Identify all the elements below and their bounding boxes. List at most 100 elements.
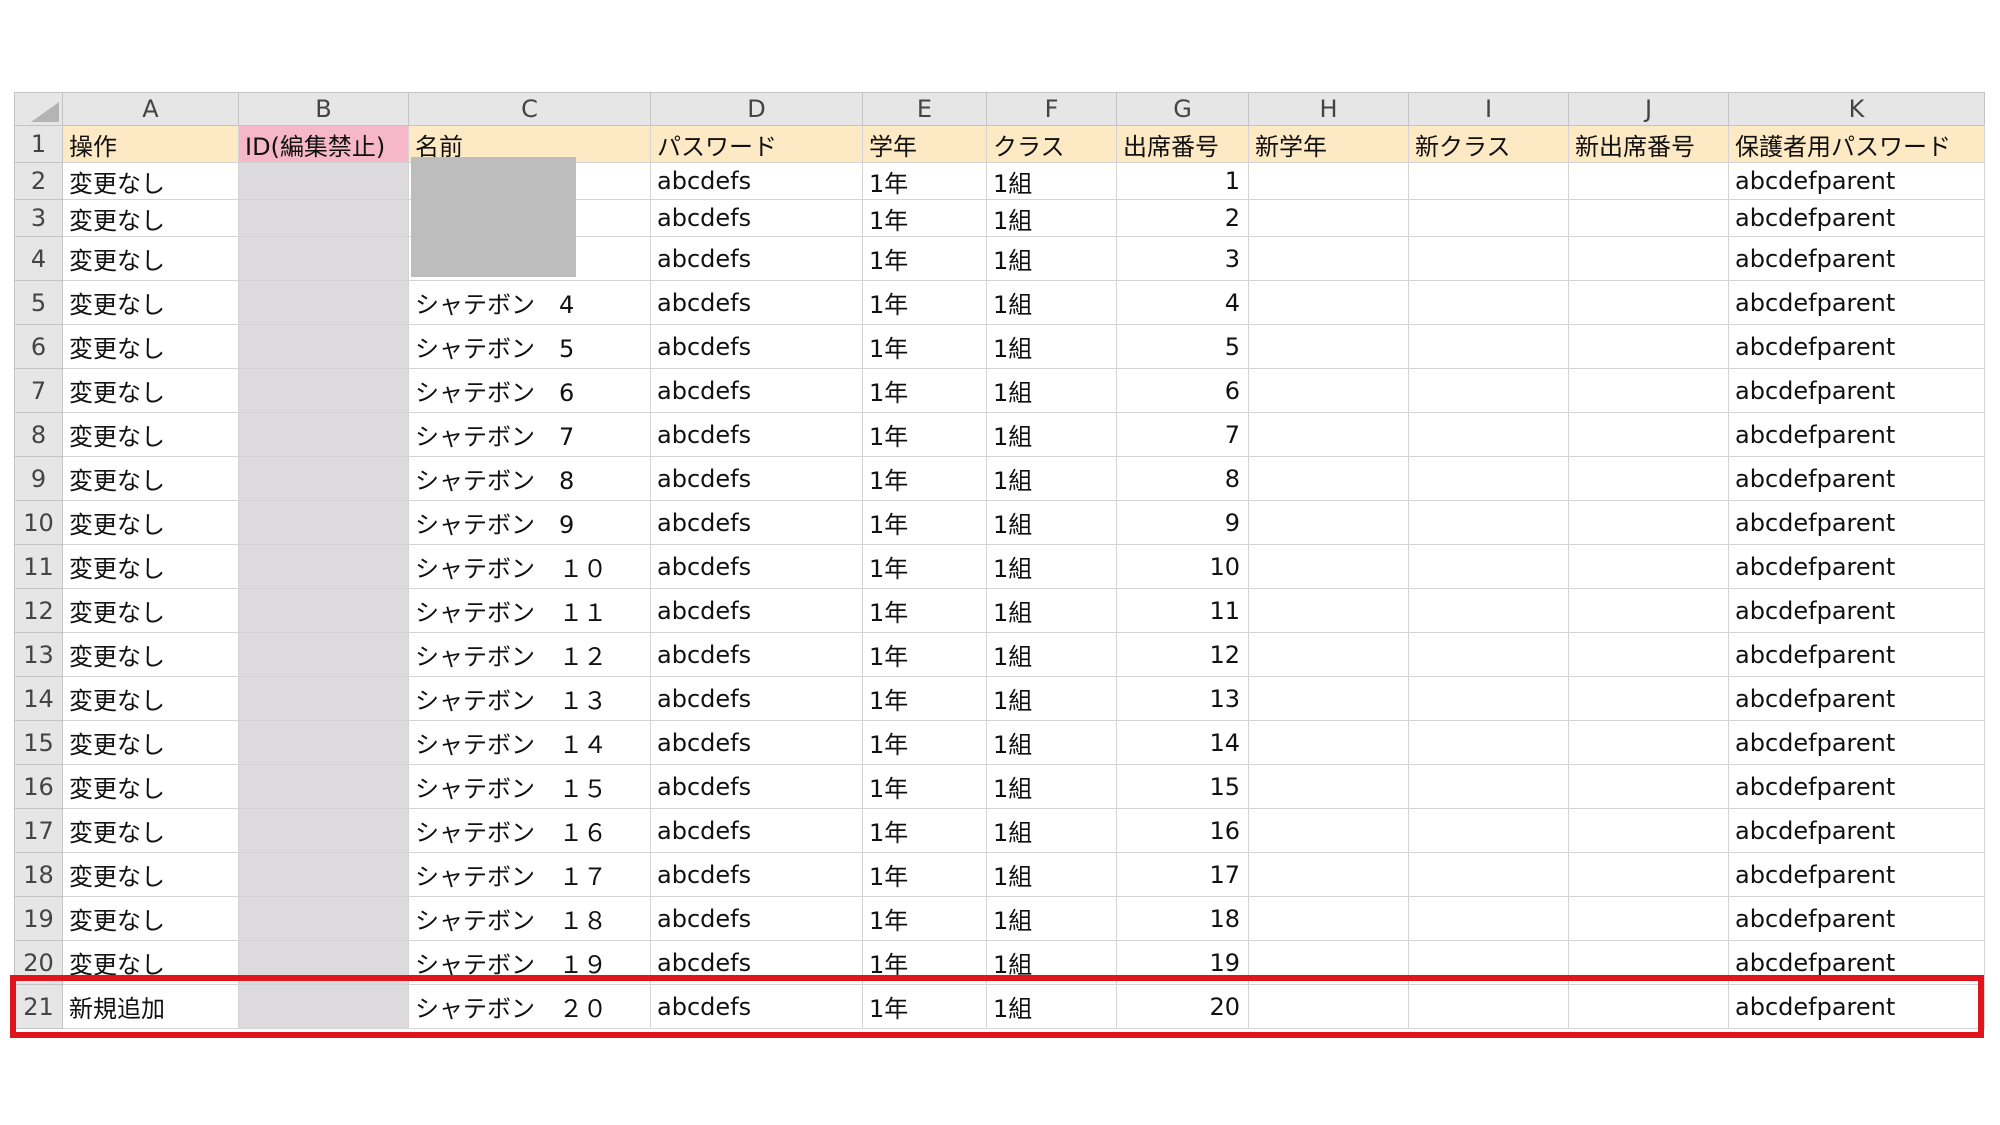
cell-password[interactable]: abcdefs	[650, 720, 863, 765]
cell-operation[interactable]: 変更なし	[62, 199, 239, 237]
cell-new-class[interactable]	[1408, 500, 1569, 545]
cell-new-grade[interactable]	[1248, 162, 1409, 200]
cell-new-grade[interactable]	[1248, 199, 1409, 237]
cell-new-number[interactable]	[1568, 500, 1729, 545]
cell-id[interactable]	[238, 632, 409, 677]
cell-number[interactable]: 5	[1116, 324, 1249, 369]
cell-name[interactable]: シャテボン 9	[408, 500, 651, 545]
column-header-i[interactable]: I	[1408, 92, 1569, 126]
row-header[interactable]: 6	[14, 324, 63, 369]
cell-grade[interactable]: 1年	[862, 162, 987, 200]
cell-number[interactable]: 20	[1116, 984, 1249, 1029]
cell-parent-password[interactable]: abcdefparent	[1728, 588, 1985, 633]
row-header[interactable]: 8	[14, 412, 63, 457]
cell-grade[interactable]: 1年	[862, 588, 987, 633]
cell-new-number[interactable]	[1568, 412, 1729, 457]
cell-new-class[interactable]	[1408, 676, 1569, 721]
cell-new-grade[interactable]	[1248, 544, 1409, 589]
cell-id[interactable]	[238, 588, 409, 633]
cell-new-grade[interactable]	[1248, 632, 1409, 677]
cell-class[interactable]: 1組	[986, 456, 1117, 501]
cell-password[interactable]: abcdefs	[650, 280, 863, 325]
cell-new-class[interactable]	[1408, 984, 1569, 1029]
cell-operation[interactable]: 変更なし	[62, 324, 239, 369]
cell-new-class[interactable]	[1408, 764, 1569, 809]
cell-grade[interactable]: 1年	[862, 368, 987, 413]
cell-class[interactable]: 1組	[986, 896, 1117, 941]
cell-operation[interactable]: 変更なし	[62, 588, 239, 633]
cell-new-class[interactable]	[1408, 280, 1569, 325]
cell-new-class[interactable]	[1408, 456, 1569, 501]
cell-new-class[interactable]	[1408, 632, 1569, 677]
cell-grade[interactable]: 1年	[862, 632, 987, 677]
cell-operation[interactable]: 変更なし	[62, 676, 239, 721]
cell-operation[interactable]: 変更なし	[62, 544, 239, 589]
cell-new-class[interactable]	[1408, 852, 1569, 897]
cell-parent-password[interactable]: abcdefparent	[1728, 676, 1985, 721]
cell-parent-password[interactable]: abcdefparent	[1728, 896, 1985, 941]
cell-name[interactable]: シャテボン １７	[408, 852, 651, 897]
cell-number[interactable]: 4	[1116, 280, 1249, 325]
header-cell-class[interactable]: クラス	[986, 125, 1117, 163]
cell-password[interactable]: abcdefs	[650, 236, 863, 281]
row-header[interactable]: 16	[14, 764, 63, 809]
cell-password[interactable]: abcdefs	[650, 456, 863, 501]
cell-new-grade[interactable]	[1248, 412, 1409, 457]
cell-grade[interactable]: 1年	[862, 280, 987, 325]
cell-operation[interactable]: 新規追加	[62, 984, 239, 1029]
cell-operation[interactable]: 変更なし	[62, 852, 239, 897]
row-header[interactable]: 19	[14, 896, 63, 941]
cell-class[interactable]: 1組	[986, 412, 1117, 457]
cell-new-grade[interactable]	[1248, 808, 1409, 853]
cell-new-number[interactable]	[1568, 324, 1729, 369]
cell-number[interactable]: 16	[1116, 808, 1249, 853]
cell-new-grade[interactable]	[1248, 940, 1409, 985]
row-header[interactable]: 17	[14, 808, 63, 853]
cell-operation[interactable]: 変更なし	[62, 412, 239, 457]
cell-grade[interactable]: 1年	[862, 456, 987, 501]
row-header[interactable]: 20	[14, 940, 63, 985]
column-header-c[interactable]: C	[408, 92, 651, 126]
cell-id[interactable]	[238, 199, 409, 237]
cell-grade[interactable]: 1年	[862, 808, 987, 853]
cell-parent-password[interactable]: abcdefparent	[1728, 720, 1985, 765]
cell-number[interactable]: 14	[1116, 720, 1249, 765]
cell-operation[interactable]: 変更なし	[62, 280, 239, 325]
cell-new-number[interactable]	[1568, 896, 1729, 941]
cell-grade[interactable]: 1年	[862, 764, 987, 809]
row-header[interactable]: 18	[14, 852, 63, 897]
cell-new-grade[interactable]	[1248, 236, 1409, 281]
cell-operation[interactable]: 変更なし	[62, 896, 239, 941]
cell-grade[interactable]: 1年	[862, 720, 987, 765]
cell-password[interactable]: abcdefs	[650, 940, 863, 985]
row-header[interactable]: 2	[14, 162, 63, 200]
cell-number[interactable]: 19	[1116, 940, 1249, 985]
header-cell-password[interactable]: パスワード	[650, 125, 863, 163]
cell-new-number[interactable]	[1568, 280, 1729, 325]
row-header[interactable]: 10	[14, 500, 63, 545]
cell-name[interactable]: シャテボン 6	[408, 368, 651, 413]
cell-id[interactable]	[238, 676, 409, 721]
cell-number[interactable]: 8	[1116, 456, 1249, 501]
cell-new-number[interactable]	[1568, 162, 1729, 200]
cell-parent-password[interactable]: abcdefparent	[1728, 764, 1985, 809]
cell-number[interactable]: 11	[1116, 588, 1249, 633]
row-header[interactable]: 9	[14, 456, 63, 501]
cell-password[interactable]: abcdefs	[650, 162, 863, 200]
column-header-k[interactable]: K	[1728, 92, 1985, 126]
cell-class[interactable]: 1組	[986, 720, 1117, 765]
cell-name[interactable]: シャテボン 7	[408, 412, 651, 457]
cell-new-number[interactable]	[1568, 199, 1729, 237]
cell-parent-password[interactable]: abcdefparent	[1728, 412, 1985, 457]
row-header[interactable]: 5	[14, 280, 63, 325]
cell-new-grade[interactable]	[1248, 764, 1409, 809]
cell-name[interactable]: シャテボン 8	[408, 456, 651, 501]
cell-number[interactable]: 10	[1116, 544, 1249, 589]
cell-new-number[interactable]	[1568, 456, 1729, 501]
cell-class[interactable]: 1組	[986, 500, 1117, 545]
cell-name[interactable]: シャテボン 4	[408, 280, 651, 325]
header-cell-number[interactable]: 出席番号	[1116, 125, 1249, 163]
cell-class[interactable]: 1組	[986, 199, 1117, 237]
cell-class[interactable]: 1組	[986, 764, 1117, 809]
column-header-d[interactable]: D	[650, 92, 863, 126]
